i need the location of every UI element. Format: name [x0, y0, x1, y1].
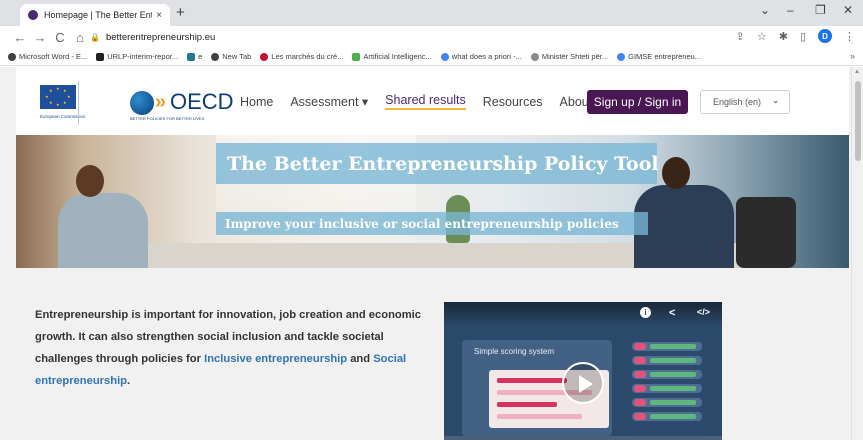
bookmark-item[interactable]: New Tab [211, 52, 251, 61]
address-bar[interactable]: 🔒 betterentrepreneurship.eu [90, 27, 770, 47]
home-button[interactable]: ⌂ [70, 30, 90, 45]
bookmark-icon [530, 52, 539, 61]
tab-search-chevron-icon[interactable]: ⌄ [760, 3, 770, 17]
play-button[interactable] [562, 362, 604, 404]
oecd-globe-icon [130, 91, 154, 115]
bookmark-icon [211, 52, 220, 61]
lock-icon[interactable]: 🔒 [90, 33, 100, 42]
new-tab-button[interactable]: + [176, 5, 185, 21]
language-select[interactable]: English (en) ⌄ [700, 90, 790, 114]
hero-chair [736, 197, 796, 268]
profile-avatar[interactable]: D [818, 29, 832, 43]
hero-subtitle: Improve your inclusive or social entrepr… [216, 212, 648, 235]
tab-close-icon[interactable]: × [156, 10, 162, 21]
oecd-tagline: BETTER POLICIES FOR BETTER LIVES [130, 116, 205, 121]
reload-button[interactable]: C [50, 30, 70, 45]
oecd-chevron-icon: » [155, 91, 166, 113]
bookmark-label: Microsoft Word - E... [19, 52, 88, 61]
window-close-button[interactable]: ✕ [843, 3, 853, 17]
intro-paragraph: Entrepreneurship is important for innova… [35, 304, 425, 392]
bookmark-label: e [198, 52, 203, 61]
video-progress-bar[interactable] [444, 436, 722, 440]
site-header: ★ ★ ★ ★ ★ ★ ★ ★ European Commission » OECD BE… [16, 67, 849, 135]
hero-title: The Better Entrepreneurship Policy Tool [216, 143, 659, 184]
minimize-button[interactable]: – [787, 3, 794, 17]
bookmark-item[interactable]: GIMSE entrepreneu... [617, 52, 701, 61]
language-value: English (en) [713, 97, 762, 107]
bookmark-item[interactable]: URLP-interim-repor... [96, 52, 178, 61]
bookmark-icon [352, 52, 361, 61]
browser-tab-active[interactable]: Homepage | The Better Entrepre × [20, 4, 170, 26]
bookmark-item[interactable]: what does a priori -... [440, 52, 522, 61]
page-scrollbar[interactable]: ▲ [851, 67, 863, 440]
tab-title: Homepage | The Better Entrepre [44, 10, 152, 20]
page-viewport: ★ ★ ★ ★ ★ ★ ★ ★ European Commission » OECD BE… [0, 67, 863, 440]
oecd-logo[interactable]: » OECD BETTER POLICIES FOR BETTER LIVES [130, 89, 234, 123]
share-icon[interactable]: < [669, 307, 675, 319]
embed-code-icon[interactable]: </> [697, 307, 710, 317]
google-icon [617, 52, 626, 61]
back-button[interactable]: ← [10, 30, 30, 45]
bookmark-label: New Tab [222, 52, 252, 61]
video-thumb-list [626, 336, 708, 436]
scroll-up-icon[interactable]: ▲ [854, 69, 860, 75]
bookmark-label: Les marchés du cré... [271, 52, 344, 61]
restore-button[interactable]: ❐ [815, 3, 826, 17]
bookmark-icon [8, 52, 16, 61]
bookmark-item[interactable]: Microsoft Word - E... [8, 52, 87, 61]
video-player[interactable]: Simple scoring system i < </> [444, 302, 722, 440]
nav-resources[interactable]: Resources [483, 95, 543, 109]
intro-text: and [347, 353, 374, 365]
video-scoring-label: Simple scoring system [474, 347, 555, 356]
european-commission-logo[interactable]: ★ ★ ★ ★ ★ ★ ★ ★ European Commission [38, 81, 96, 129]
share-page-icon[interactable]: ⇪ [736, 30, 745, 43]
oecd-wordmark: OECD [170, 89, 234, 114]
bookmark-icon [187, 52, 196, 61]
bookmark-label: Ministër Shteti për... [541, 52, 609, 61]
bookmark-item[interactable]: e [187, 52, 202, 61]
google-icon [440, 52, 449, 61]
bookmark-star-icon[interactable]: ☆ [757, 30, 767, 43]
nav-home[interactable]: Home [240, 95, 273, 109]
scrollbar-thumb[interactable] [855, 81, 861, 161]
extensions-icon[interactable]: ✱ [779, 30, 788, 43]
bookmark-label: what does a priori -... [451, 52, 522, 61]
bookmark-label: Artificial Intelligenc... [363, 52, 432, 61]
bookmark-item[interactable]: Artificial Intelligenc... [352, 52, 432, 61]
browser-toolbar: ← → C ⌂ 🔒 betterentrepreneurship.eu ⇪ ☆ … [0, 26, 863, 48]
hero-person-left [54, 165, 159, 268]
bookmark-label: URLP-interim-repor... [107, 52, 179, 61]
inclusive-entrepreneurship-link[interactable]: Inclusive entrepreneurship [204, 353, 347, 365]
nav-shared-results[interactable]: Shared results [385, 93, 466, 110]
bookmark-item[interactable]: Les marchés du cré... [260, 52, 343, 61]
browser-tabstrip: Homepage | The Better Entrepre × + ⌄ – ❐… [0, 0, 863, 26]
main-nav: Home Assessment ▾ Shared results Resourc… [240, 93, 609, 110]
site-favicon-icon [28, 10, 38, 20]
browser-menu-icon[interactable]: ⋮ [844, 30, 855, 43]
intro-section: Entrepreneurship is important for innova… [16, 268, 849, 440]
info-icon[interactable]: i [640, 307, 651, 318]
hero-banner: The Better Entrepreneurship Policy Tool … [16, 135, 849, 268]
video-top-bar [444, 302, 722, 326]
sign-in-button[interactable]: Sign up / Sign in [587, 90, 688, 114]
bookmark-icon [260, 52, 269, 61]
bookmark-label: GIMSE entrepreneu... [628, 52, 702, 61]
side-panel-icon[interactable]: ▯ [800, 30, 806, 43]
intro-text: . [127, 375, 131, 387]
eu-flag-icon: ★ ★ ★ ★ ★ ★ ★ ★ [40, 85, 76, 109]
bookmarks-overflow-button[interactable]: » [850, 51, 855, 61]
bookmarks-bar: Microsoft Word - E... URLP-interim-repor… [0, 48, 863, 66]
forward-button[interactable]: → [30, 30, 50, 45]
logo-divider [78, 81, 79, 125]
url-text: betterentrepreneurship.eu [105, 31, 216, 43]
nav-assessment-dropdown[interactable]: Assessment ▾ [290, 94, 368, 109]
chevron-down-icon: ⌄ [772, 96, 779, 105]
apps-grid-icon [96, 52, 105, 61]
bookmark-item[interactable]: Ministër Shteti për... [530, 52, 609, 61]
page-container: ★ ★ ★ ★ ★ ★ ★ ★ European Commission » OECD BE… [16, 67, 849, 440]
